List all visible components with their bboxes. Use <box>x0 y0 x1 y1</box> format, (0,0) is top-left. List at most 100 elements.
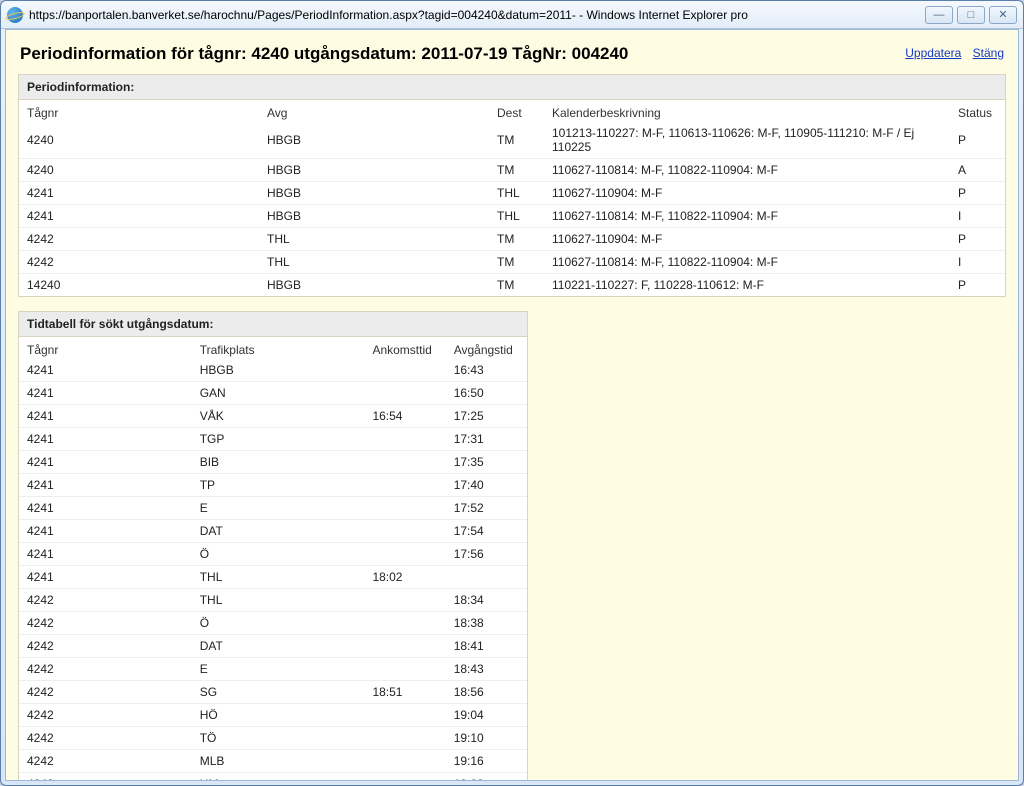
cell-avgang: 18:34 <box>446 589 527 612</box>
table-row: 4241TGP17:31 <box>19 428 527 451</box>
cell-trafikplats: TGP <box>192 428 365 451</box>
cell-kalender: 110627-110904: M-F <box>544 182 950 205</box>
cell-kalender: 110627-110814: M-F, 110822-110904: M-F <box>544 159 950 182</box>
cell-dest: TM <box>489 251 544 274</box>
cell-trafikplats: DAT <box>192 520 365 543</box>
cell-ankomst <box>364 428 445 451</box>
table-row: 4242DAT18:41 <box>19 635 527 658</box>
close-button[interactable]: ✕ <box>989 6 1017 24</box>
cell-ankomst <box>364 704 445 727</box>
table-row: 4240HBGBTM110627-110814: M-F, 110822-110… <box>19 159 1005 182</box>
cell-tagnr: 4241 <box>19 566 192 589</box>
cell-tagnr: 4242 <box>19 612 192 635</box>
cell-trafikplats: BIB <box>192 451 365 474</box>
cell-tagnr: 4241 <box>19 451 192 474</box>
minimize-button[interactable]: — <box>925 6 953 24</box>
cell-avgang: 16:43 <box>446 359 527 382</box>
cell-ankomst: 18:51 <box>364 681 445 704</box>
cell-avgang: 18:43 <box>446 658 527 681</box>
cell-avgang: 16:50 <box>446 382 527 405</box>
cell-tagnr: 4241 <box>19 497 192 520</box>
table-row: 4242E18:43 <box>19 658 527 681</box>
table-row: 4241HBGBTHL110627-110814: M-F, 110822-11… <box>19 205 1005 228</box>
cell-tagnr: 4240 <box>19 122 259 159</box>
col-tt-ankomst: Ankomsttid <box>364 337 445 359</box>
cell-status: P <box>950 274 1005 297</box>
table-row: 4241TP17:40 <box>19 474 527 497</box>
cell-avgang: 18:38 <box>446 612 527 635</box>
maximize-button[interactable]: □ <box>957 6 985 24</box>
cell-ankomst: 16:54 <box>364 405 445 428</box>
col-tagnr: Tågnr <box>19 100 259 122</box>
table-row: 4241E17:52 <box>19 497 527 520</box>
cell-status: P <box>950 122 1005 159</box>
cell-ankomst <box>364 543 445 566</box>
cell-ankomst <box>364 451 445 474</box>
window-controls: — □ ✕ <box>925 6 1017 24</box>
cell-kalender: 110627-110904: M-F <box>544 228 950 251</box>
cell-trafikplats: TÖ <box>192 727 365 750</box>
cell-ankomst <box>364 359 445 382</box>
table-row: 4242HÖ19:04 <box>19 704 527 727</box>
uppdatera-link[interactable]: Uppdatera <box>905 46 961 60</box>
cell-tagnr: 4242 <box>19 658 192 681</box>
table-row: 4241THL18:02 <box>19 566 527 589</box>
periodinformation-panel: Periodinformation: Tågnr Avg Dest Kalend… <box>18 74 1006 297</box>
tidtabell-heading: Tidtabell för sökt utgångsdatum: <box>19 312 527 337</box>
cell-trafikplats: Ö <box>192 543 365 566</box>
cell-avg: HBGB <box>259 159 489 182</box>
periodinformation-table: Tågnr Avg Dest Kalenderbeskrivning Statu… <box>19 100 1005 296</box>
cell-avgang: 19:16 <box>446 750 527 773</box>
page-header: Periodinformation för tågnr: 4240 utgång… <box>14 40 1010 74</box>
cell-avgang: 17:54 <box>446 520 527 543</box>
table-row: 4241HBGBTHL110627-110904: M-FP <box>19 182 1005 205</box>
page-title: Periodinformation för tågnr: 4240 utgång… <box>20 44 628 64</box>
cell-trafikplats: E <box>192 497 365 520</box>
cell-avg: HBGB <box>259 274 489 297</box>
cell-avg: HBGB <box>259 122 489 159</box>
stang-link[interactable]: Stäng <box>973 46 1004 60</box>
cell-status: A <box>950 159 1005 182</box>
cell-trafikplats: THL <box>192 589 365 612</box>
table-row: 4241VÅK16:5417:25 <box>19 405 527 428</box>
cell-ankomst: 18:02 <box>364 566 445 589</box>
cell-ankomst <box>364 612 445 635</box>
table-row: 4242TÖ19:10 <box>19 727 527 750</box>
cell-dest: TM <box>489 274 544 297</box>
cell-trafikplats: MLB <box>192 750 365 773</box>
cell-dest: TM <box>489 122 544 159</box>
cell-ankomst <box>364 727 445 750</box>
cell-avgang: 19:22 <box>446 773 527 781</box>
cell-tagnr: 4242 <box>19 589 192 612</box>
table-row: 4242SG18:5118:56 <box>19 681 527 704</box>
cell-avg: THL <box>259 251 489 274</box>
cell-ankomst <box>364 520 445 543</box>
content-area: Periodinformation för tågnr: 4240 utgång… <box>5 29 1019 781</box>
cell-tagnr: 4241 <box>19 520 192 543</box>
table-row: 4242THL 18:34 <box>19 589 527 612</box>
cell-kalender: 110221-110227: F, 110228-110612: M-F <box>544 274 950 297</box>
cell-avgang: 17:25 <box>446 405 527 428</box>
titlebar: https://banportalen.banverket.se/harochn… <box>1 1 1023 29</box>
cell-status: P <box>950 228 1005 251</box>
cell-dest: THL <box>489 205 544 228</box>
cell-trafikplats: GAN <box>192 382 365 405</box>
cell-status: P <box>950 182 1005 205</box>
page-scroll[interactable]: Periodinformation för tågnr: 4240 utgång… <box>6 30 1018 780</box>
cell-tagnr: 4242 <box>19 773 192 781</box>
cell-tagnr: 4241 <box>19 205 259 228</box>
cell-trafikplats: HÖ <box>192 704 365 727</box>
cell-trafikplats: VÅK <box>192 405 365 428</box>
cell-avgang: 19:10 <box>446 727 527 750</box>
cell-tagnr: 4241 <box>19 382 192 405</box>
cell-trafikplats: TP <box>192 474 365 497</box>
cell-tagnr: 4241 <box>19 182 259 205</box>
header-links: Uppdatera Stäng <box>897 44 1004 60</box>
cell-kalender: 101213-110227: M-F, 110613-110626: M-F, … <box>544 122 950 159</box>
col-tt-trafikplats: Trafikplats <box>192 337 365 359</box>
cell-tagnr: 4241 <box>19 359 192 382</box>
ie-icon <box>7 7 23 23</box>
cell-tagnr: 4241 <box>19 405 192 428</box>
cell-kalender: 110627-110814: M-F, 110822-110904: M-F <box>544 205 950 228</box>
cell-ankomst <box>364 497 445 520</box>
